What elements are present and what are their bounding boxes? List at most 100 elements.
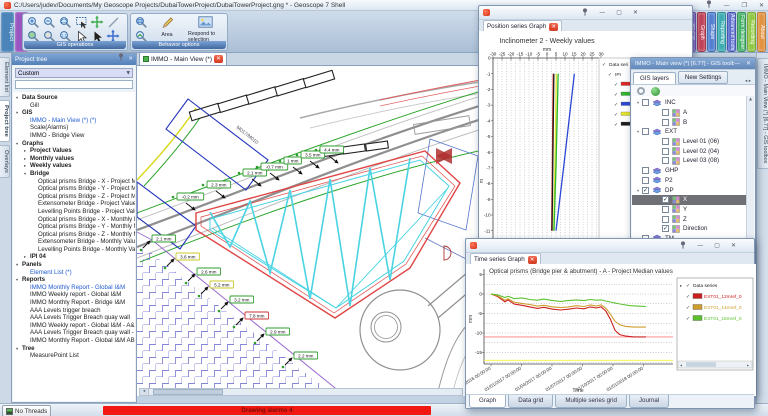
layer-checkbox[interactable]: ✓: [662, 196, 669, 203]
ribbon-tab-form-designer[interactable]: Form designer: [737, 12, 746, 52]
select-region-icon[interactable]: [73, 15, 89, 29]
tree-item-extensometer-bridge-monthly-values[interactable]: Extensometer Bridge - Monthly Values: [13, 238, 135, 246]
layer-checkbox[interactable]: ✓: [642, 187, 649, 194]
tab-scroll-arrows-icon[interactable]: ◂ ▸: [745, 79, 753, 84]
tree-item-optical-prisms-bridge-y-monthly-median[interactable]: Optical prisms Bridge - Y - Monthly Medi…: [13, 223, 135, 231]
threads-status-button[interactable]: No Threads: [2, 405, 51, 416]
ribbon-tab-graph[interactable]: Graph: [697, 12, 706, 52]
close-button[interactable]: ✕: [746, 60, 751, 67]
apply-layers-icon[interactable]: [651, 87, 660, 96]
layer-expander-icon[interactable]: ▾: [634, 188, 642, 193]
gis-layer-x[interactable]: ✓X: [632, 195, 747, 205]
gis-layer-direction[interactable]: ✓Direction: [632, 224, 747, 234]
gis-layer-level-01-06-[interactable]: Level 01 (06): [632, 137, 747, 147]
tree-item-immo-weekly-report-global-i-m[interactable]: IMMO Weekly report - Global I&M: [13, 291, 135, 299]
tree-item-immo-weekly-report-global-i-m-a-b[interactable]: IMMO Weekly report - Global I&M - A&B: [13, 322, 135, 330]
layer-checkbox[interactable]: [662, 138, 669, 145]
gis-layer-level-02-04-[interactable]: Level 02 (04): [632, 146, 747, 156]
tree-item-data-source[interactable]: ▾Data Source: [13, 94, 135, 102]
layer-checkbox[interactable]: [662, 216, 669, 223]
tree-item-element-list-[interactable]: Element List (*): [13, 269, 135, 277]
ribbon-tab-recording[interactable]: Recording: [747, 12, 756, 52]
minimize-button[interactable]: —: [734, 60, 740, 67]
tree-item-tree[interactable]: ▾Tree: [13, 345, 135, 353]
scroll-left-icon[interactable]: ◂: [140, 389, 149, 395]
layer-checkbox[interactable]: [642, 99, 649, 106]
tree-item-panels[interactable]: ▾Panels: [13, 261, 135, 269]
tree-item-project-values[interactable]: ▸Project Values: [13, 147, 135, 155]
bottom-tab-multiple-series-grid[interactable]: Multiple series grid: [555, 395, 627, 408]
tree-item-ipi-04[interactable]: ▸IPI 04: [13, 253, 135, 261]
close-button[interactable]: ✕: [633, 9, 638, 16]
tree-item-graphs[interactable]: ▾Graphs: [13, 140, 135, 148]
tree-item-optical-prisms-bridge-z-project-median[interactable]: Optical prisms Bridge - Z - Project Medi…: [13, 193, 135, 201]
pin-window-icon[interactable]: [680, 241, 686, 251]
tree-item-immo-monthly-report-global-i-m[interactable]: IMMO Monthly Report - Global I&M: [13, 284, 135, 292]
zoom-in-icon[interactable]: [25, 15, 41, 29]
dock-tab-project-tree[interactable]: Project tree: [0, 100, 10, 142]
tree-search-input[interactable]: [15, 80, 133, 89]
close-button[interactable]: ✕: [731, 242, 736, 249]
maximize-button[interactable]: ▢: [616, 9, 622, 16]
tree-item-optical-prisms-bridge-y-project-median[interactable]: Optical prisms Bridge - Y - Project Medi…: [13, 185, 135, 193]
tree-item-gis[interactable]: ▾GIS: [13, 109, 135, 117]
panel-close-icon[interactable]: ✕: [128, 54, 133, 65]
dock-tab-overlays[interactable]: Overlays: [0, 145, 10, 178]
tree-item-reports[interactable]: ▾Reports: [13, 276, 135, 284]
tree-item-weekly-values[interactable]: ▸Weekly values: [13, 162, 135, 170]
tree-item-bridge[interactable]: ▾Bridge: [13, 170, 135, 178]
tree-item-aaa-levels-trigger-breach-quay-wall-a-b[interactable]: AAA Levels Trigger Breach quay wall - A&…: [13, 329, 135, 337]
layer-checkbox[interactable]: [662, 119, 669, 126]
close-button[interactable]: ✕: [759, 2, 764, 9]
ribbon-tab-project[interactable]: Project: [1, 12, 14, 52]
main-view-hscrollbar[interactable]: ◂: [139, 388, 463, 396]
gis-layer-p2[interactable]: P2: [632, 176, 747, 186]
tab-immo-main-view[interactable]: IMMO - Main View (*) ✕: [139, 52, 227, 65]
gis-layer-dp[interactable]: ▾✓DP: [632, 185, 747, 195]
ribbon-tab-shape[interactable]: Shape: [707, 12, 716, 52]
area-button[interactable]: Area: [149, 15, 185, 39]
layer-checkbox[interactable]: [642, 128, 649, 135]
pin-window-icon[interactable]: [582, 8, 588, 18]
tree-item-levelling-points-bridge-project-values[interactable]: Levelling Points Bridge - Project Values: [13, 208, 135, 216]
measure-line-icon[interactable]: [105, 15, 121, 29]
time-window-titlebar[interactable]: — ▢ ✕: [466, 239, 754, 253]
respond-to-selection-button[interactable]: Respond to selection: [185, 15, 225, 44]
layer-checkbox[interactable]: [642, 177, 649, 184]
layer-checkbox[interactable]: [662, 148, 669, 155]
tree-item-immo-main-view-[interactable]: IMMO - Main View (*) (*): [13, 117, 135, 125]
layer-expander-icon[interactable]: ▾: [634, 100, 642, 105]
tree-item-scale-alarms-[interactable]: Scale(Alarms): [13, 124, 135, 132]
layer-checkbox[interactable]: ✓: [662, 225, 669, 232]
gis-toolbox-titlebar[interactable]: IMMO - Main view (*) [6.77] - GIS toolbo…: [631, 58, 755, 70]
gis-layer-a[interactable]: A: [632, 108, 747, 118]
tree-item-optical-prisms-bridge-x-monthly-median[interactable]: Optical prisms Bridge - X - Monthly Medi…: [13, 216, 135, 224]
tab-new-settings[interactable]: New Settings: [678, 71, 728, 84]
tree-item-aaa-levels-trigger-breach[interactable]: AAA Levels trigger breach: [13, 307, 135, 315]
ribbon-tab-reporting[interactable]: Reporting: [717, 12, 726, 52]
tree-item-extensometer-bridge-project-values[interactable]: Extensometer Bridge - Project Values: [13, 200, 135, 208]
dock-tab-element-list[interactable]: Element list: [0, 57, 10, 97]
tab-close-icon[interactable]: ✕: [214, 55, 223, 63]
refresh-layers-icon[interactable]: [637, 87, 645, 95]
tree-item-optical-prisms-bridge-x-project-median[interactable]: Optical prisms Bridge - X - Project Medi…: [13, 178, 135, 186]
pin-panel-icon[interactable]: [118, 53, 124, 66]
tree-item-immo-bridge-view[interactable]: IMMO - Bridge View: [13, 132, 135, 140]
tree-item-aaa-levels-trigger-breach-quay-wall[interactable]: AAA Levels Trigger Breach quay wall: [13, 314, 135, 322]
tree-item-optical-prisms-bridge-z-monthly-median[interactable]: Optical prisms Bridge - Z - Monthly Medi…: [13, 231, 135, 239]
gis-layer-y[interactable]: Y: [632, 205, 747, 215]
bottom-tab-data-grid[interactable]: Data grid: [508, 395, 553, 408]
layer-checkbox[interactable]: [662, 109, 669, 116]
minimize-button[interactable]: —: [697, 242, 703, 249]
pan-icon[interactable]: [89, 15, 105, 29]
tree-item-levelling-points-bridge-monthly-values[interactable]: Levelling Points Bridge - Monthly Values: [13, 246, 135, 254]
ribbon-tab-advanced-tools[interactable]: Advanced tools: [727, 12, 736, 52]
gis-layer-level-03-08-[interactable]: Level 03 (08): [632, 156, 747, 166]
pin-window-icon[interactable]: [706, 0, 712, 10]
tab-close-icon[interactable]: ✕: [528, 256, 537, 264]
zoom-out-icon[interactable]: [41, 15, 57, 29]
gis-layer-ext[interactable]: ▾EXT: [632, 127, 747, 137]
layer-checkbox[interactable]: [642, 167, 649, 174]
tree-item-measurepoint-list[interactable]: MeasurePoint List: [13, 352, 135, 360]
bottom-tab-journal[interactable]: Journal: [629, 395, 669, 408]
